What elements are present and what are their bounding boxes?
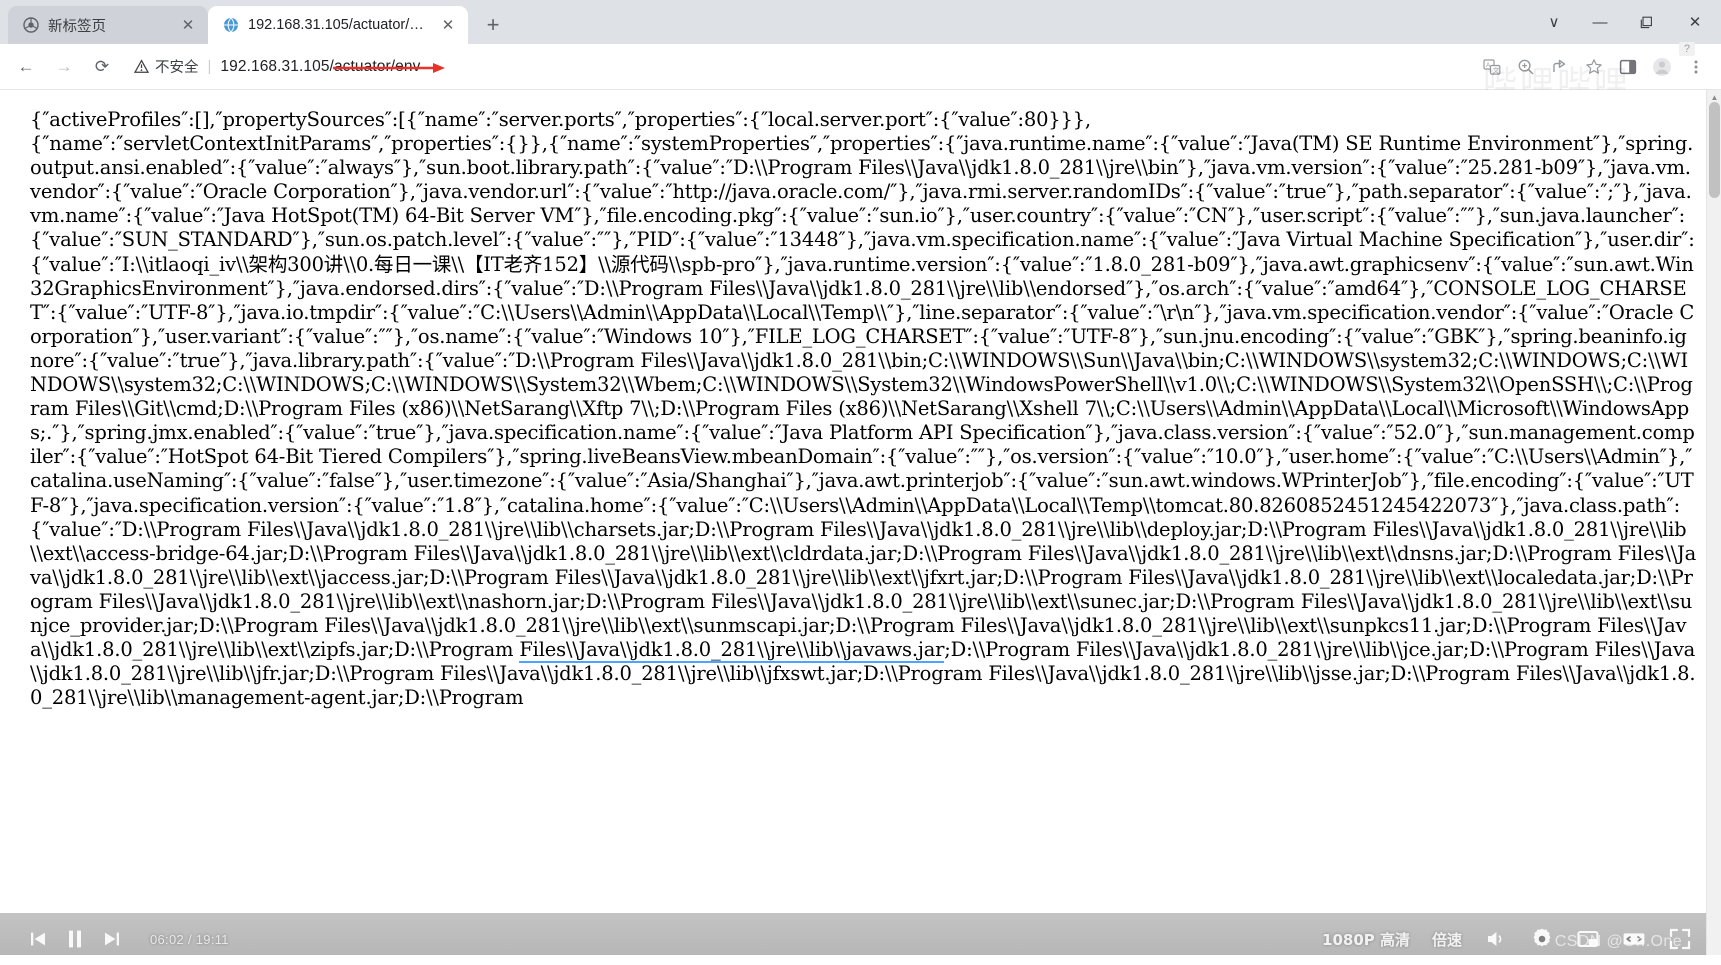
page-content: {″activeProfiles″:[],″propertySources″:[… [0,90,1721,965]
share-icon[interactable] [1545,52,1575,82]
chrome-icon [22,17,39,34]
zoom-icon[interactable] [1511,52,1541,82]
next-track-icon[interactable] [102,929,122,949]
tab-title: 192.168.31.105/actuator/env [248,17,430,33]
address-bar[interactable]: 不安全 | 192.168.31.105/actuator/env [124,51,1465,82]
video-settings-controls: 1080P 高清 倍速 [1322,927,1692,951]
back-button[interactable]: ← [10,51,42,83]
warning-triangle-icon [134,59,149,74]
omnibox-divider: | [207,58,212,75]
window-controls: ∨ — ✕ [1531,0,1721,44]
close-icon[interactable]: ✕ [178,15,198,35]
minimize-button[interactable]: — [1577,2,1623,42]
bottom-white-strip [0,955,1721,965]
tab-actuator-env[interactable]: 192.168.31.105/actuator/env ✕ [208,6,468,44]
security-status-text: 不安全 [155,60,199,76]
sidepanel-icon[interactable] [1613,52,1643,82]
video-playback-controls: 06:02 / 19:11 [28,928,229,950]
reload-button[interactable]: ⟳ [86,51,118,83]
avatar[interactable] [1647,52,1677,82]
json-text-highlighted: Files\\Java\\jdk1.8.0_281\\jre\\lib\\jav… [519,638,945,664]
svg-text:文: 文 [1493,65,1500,74]
maximize-button[interactable] [1623,2,1669,42]
tab-search-chevron-down-icon[interactable]: ∨ [1531,2,1577,42]
translate-icon[interactable]: A 文 [1477,52,1507,82]
tab-new-tab-page[interactable]: 新标签页 ✕ [8,6,208,44]
url-text: 192.168.31.105/actuator/env [220,57,421,75]
tab-strip: 新标签页 ✕ 192.168.31.105/actuator/env ✕ + ∨… [0,0,1721,44]
picture-in-picture-icon[interactable] [1576,927,1600,951]
menu-kebab-icon[interactable] [1681,52,1711,82]
question-mark-badge: ? [1678,42,1695,56]
actuator-env-json: {″activeProfiles″:[],″propertySources″:[… [0,90,1707,710]
browser-toolbar: ← → ⟳ 不安全 | 192.168.31.105/actuator/env … [0,42,1721,90]
forward-button[interactable]: → [48,51,80,83]
browser-window: 新标签页 ✕ 192.168.31.105/actuator/env ✕ + ∨… [0,0,1721,965]
globe-icon [222,17,239,34]
toolbar-actions: A 文 ? [1473,42,1711,82]
settings-gear-icon[interactable] [1530,927,1554,951]
page-scrollbar[interactable]: ▲ ▼ [1706,90,1721,965]
star-icon[interactable] [1579,52,1609,82]
volume-icon[interactable] [1484,927,1508,951]
close-icon[interactable]: ✕ [438,15,458,35]
new-tab-button[interactable]: + [476,8,510,42]
json-text-main: {″activeProfiles″:[],″propertySources″:[… [30,108,1696,662]
video-speed-button[interactable]: 倍速 [1432,929,1462,950]
prev-track-icon[interactable] [28,929,48,949]
widescreen-icon[interactable] [1622,927,1646,951]
tab-title: 新标签页 [48,18,106,35]
video-quality-button[interactable]: 1080P 高清 [1322,929,1410,950]
pause-icon[interactable] [64,928,86,950]
close-window-button[interactable]: ✕ [1669,2,1721,42]
scrollbar-thumb[interactable] [1709,102,1720,198]
fullscreen-icon[interactable] [1668,927,1692,951]
video-timestamp: 06:02 / 19:11 [150,931,229,947]
